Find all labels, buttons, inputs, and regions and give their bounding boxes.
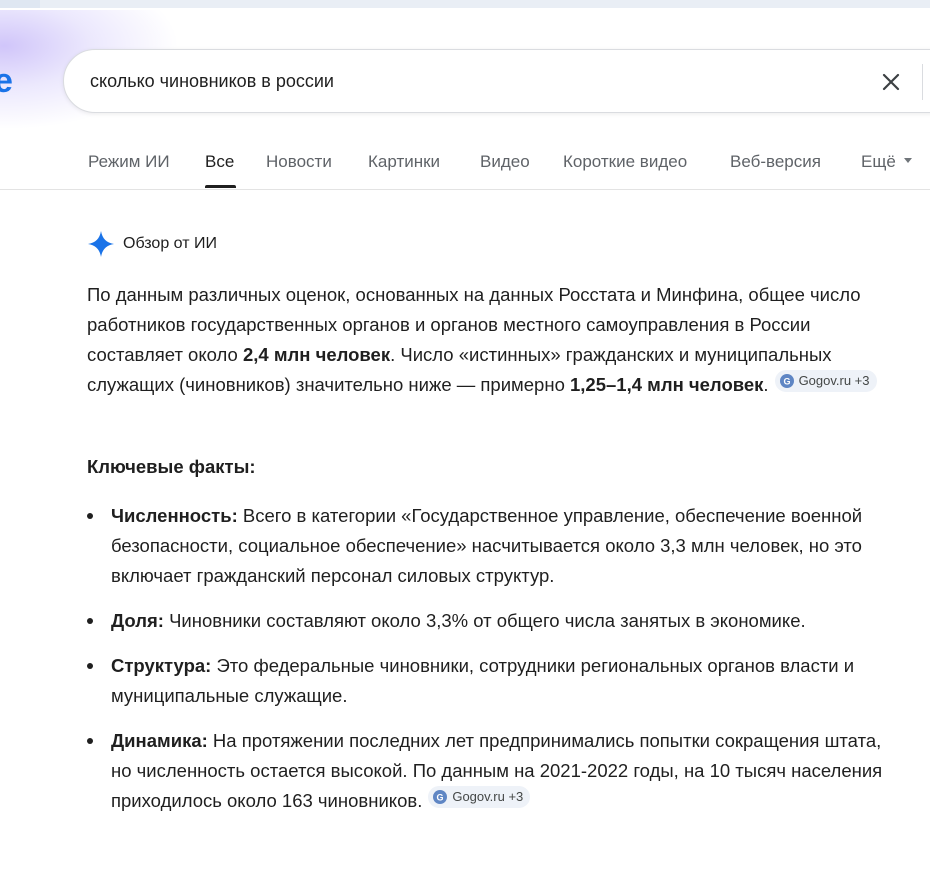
key-facts-list: Численность: Всего в категории «Государс… <box>87 501 887 831</box>
gogov-favicon-icon: G <box>433 790 448 804</box>
summary-highlight-total: 2,4 млн человек <box>242 344 391 365</box>
tab-news[interactable]: Новости <box>266 152 332 172</box>
fact-title: Доля: <box>111 610 164 631</box>
search-results-page: e Режим ИИ Все Новости Картинки Видео Ко… <box>0 0 930 884</box>
bullet-dot <box>87 618 93 624</box>
source-chip-label: Gogov.ru +3 <box>798 373 870 388</box>
ai-overview-title: Обзор от ИИ <box>123 235 217 252</box>
tab-short-videos[interactable]: Короткие видео <box>563 152 687 172</box>
ai-overview-header: Обзор от ИИ <box>87 229 217 259</box>
clear-search-button[interactable] <box>874 66 908 98</box>
fact-text: Это федеральные чиновники, сотрудники ре… <box>111 655 855 706</box>
source-chip[interactable]: G Gogov.ru +3 <box>428 786 531 808</box>
search-box <box>63 49 930 113</box>
tab-images[interactable]: Картинки <box>368 152 440 172</box>
gogov-favicon-icon: G <box>779 374 794 388</box>
fact-title: Динамика: <box>111 730 208 751</box>
svg-text:G: G <box>783 377 790 387</box>
key-facts-heading: Ключевые факты: <box>87 456 256 477</box>
search-input[interactable] <box>90 68 850 94</box>
fact-title: Численность: <box>111 505 238 526</box>
bullet-dot <box>87 513 93 519</box>
tab-more[interactable]: Ещё <box>861 152 912 172</box>
bullet-dot <box>87 663 93 669</box>
tab-all[interactable]: Все <box>205 152 234 172</box>
summary-text-3: . <box>763 374 769 395</box>
tab-videos[interactable]: Видео <box>480 152 530 172</box>
list-item: Динамика: На протяжении последних лет пр… <box>87 726 887 816</box>
browser-top-strip-inner <box>40 0 930 8</box>
close-icon <box>882 73 900 91</box>
sparkle-icon <box>88 231 114 257</box>
svg-text:G: G <box>437 793 444 803</box>
browser-top-strip <box>0 0 930 8</box>
tab-more-label: Ещё <box>861 152 896 171</box>
ai-overview-summary: По данным различных оценок, основанных н… <box>87 280 877 400</box>
source-chip-label: Gogov.ru +3 <box>452 789 524 804</box>
summary-highlight-officials: 1,25–1,4 млн человек <box>570 374 764 395</box>
tab-ai-mode[interactable]: Режим ИИ <box>88 152 170 172</box>
list-item: Численность: Всего в категории «Государс… <box>87 501 887 591</box>
source-chip[interactable]: G Gogov.ru +3 <box>774 370 877 392</box>
tab-web[interactable]: Веб-версия <box>730 152 821 172</box>
chevron-down-icon <box>903 158 912 164</box>
search-divider <box>922 64 923 100</box>
fact-title: Структура: <box>111 655 212 676</box>
search-tabs: Режим ИИ Все Новости Картинки Видео Коро… <box>0 140 930 190</box>
list-item: Структура: Это федеральные чиновники, со… <box>87 651 887 711</box>
active-tab-indicator <box>205 185 236 188</box>
list-item: Доля: Чиновники составляют около 3,3% от… <box>87 606 887 636</box>
bullet-dot <box>87 738 93 744</box>
fact-text: Чиновники составляют около 3,3% от общег… <box>163 610 806 631</box>
logo[interactable]: e <box>0 62 13 101</box>
